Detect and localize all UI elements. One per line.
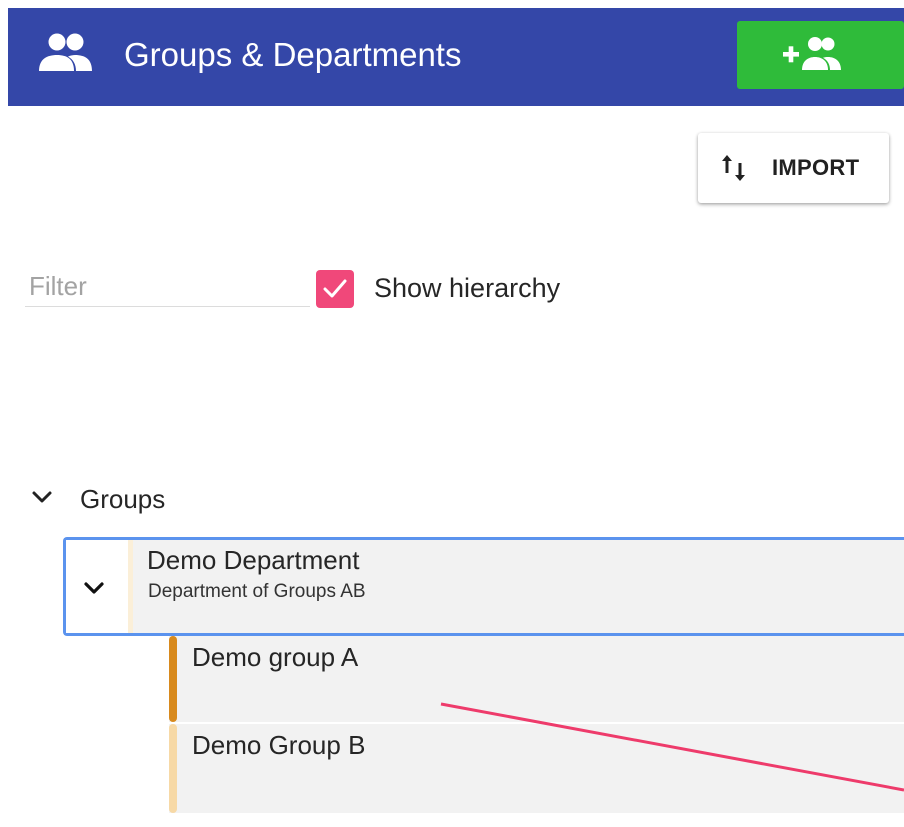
- group-name: Demo Group B: [192, 730, 366, 760]
- department-expand-toggle[interactable]: [66, 540, 128, 633]
- group-row-demo-group-a[interactable]: Demo group A: [169, 636, 904, 722]
- department-color-bar: [128, 540, 133, 633]
- groups-section-toggle[interactable]: Groups: [28, 482, 183, 516]
- import-button[interactable]: IMPORT: [698, 133, 889, 203]
- import-label: IMPORT: [772, 155, 860, 180]
- group-color-bar: [169, 724, 177, 813]
- app-header: Groups & Departments: [8, 8, 904, 106]
- show-hierarchy-checkbox[interactable]: [316, 270, 354, 308]
- filter-input[interactable]: [25, 267, 310, 307]
- swap-vertical-icon: [721, 153, 747, 188]
- people-icon: [38, 33, 92, 73]
- department-row[interactable]: Demo Department Department of Groups AB: [63, 537, 904, 636]
- page-title: Groups & Departments: [124, 36, 462, 73]
- group-name: Demo group A: [192, 642, 359, 672]
- show-hierarchy-label: Show hierarchy: [374, 273, 561, 303]
- group-color-bar: [169, 636, 177, 722]
- chevron-down-icon: [32, 491, 52, 503]
- groups-section-label: Groups: [80, 484, 166, 514]
- add-group-button[interactable]: [737, 21, 904, 89]
- group-row-demo-group-b[interactable]: Demo Group B: [169, 724, 904, 813]
- groups-departments-page: Groups & Departments IMPORT Filter Show …: [0, 0, 904, 827]
- checkmark-icon: [323, 279, 347, 298]
- department-subtitle: Department of Groups AB: [148, 581, 366, 602]
- chevron-down-icon: [84, 582, 104, 594]
- department-name: Demo Department: [147, 545, 360, 575]
- add-group-icon: [783, 37, 841, 70]
